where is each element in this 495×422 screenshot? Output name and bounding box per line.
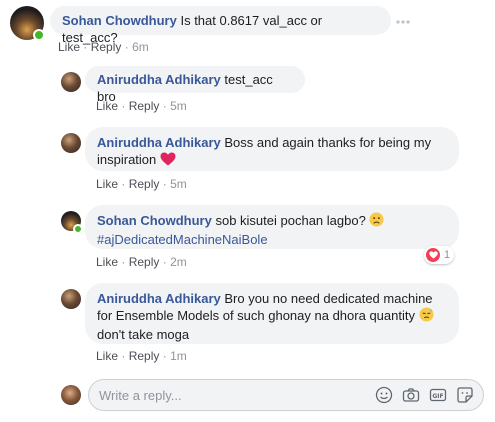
reply-text-line1: Bro you no need dedicated machine	[224, 291, 433, 306]
like-link[interactable]: Like	[58, 40, 80, 54]
reply-text-line3: don't take moga	[97, 327, 190, 342]
reply-text-line1: sob kisutei pochan lagbo?	[215, 213, 366, 228]
hashtag-link[interactable]: #ajDedicatedMachineNaiBole	[97, 232, 268, 247]
svg-text:GIF: GIF	[432, 393, 443, 400]
reply-text-line2: inspiration	[97, 152, 157, 167]
reply-composer[interactable]: GIF	[88, 379, 484, 411]
downcast-sweat-face-icon	[419, 307, 434, 326]
timestamp[interactable]: 5m	[170, 99, 187, 113]
reply-link[interactable]: Reply	[129, 99, 160, 113]
avatar[interactable]	[61, 133, 81, 153]
online-status-icon	[33, 29, 45, 41]
reply-text-line2: for Ensemble Models of such ghonay na dh…	[97, 308, 415, 323]
current-user-avatar	[61, 385, 81, 405]
reply-bubble: Sohan Chowdhury sob kisutei pochan lagbo…	[85, 205, 459, 249]
timestamp[interactable]: 2m	[170, 255, 187, 269]
reply-link[interactable]: Reply	[129, 177, 160, 191]
reply-link[interactable]: Reply	[91, 40, 122, 54]
gif-icon[interactable]: GIF	[429, 386, 447, 404]
reply-link[interactable]: Reply	[129, 255, 160, 269]
heart-reaction-icon	[426, 248, 440, 262]
emoji-icon[interactable]	[375, 386, 393, 404]
reply-author[interactable]: Aniruddha Adhikary	[97, 135, 221, 150]
reply-actions: Like · Reply · 2m	[96, 255, 187, 269]
reply-actions: Like · Reply · 5m	[96, 99, 187, 113]
reply-author[interactable]: Aniruddha Adhikary	[97, 291, 221, 306]
comment-bubble: Sohan Chowdhury Is that 0.8617 val_acc o…	[50, 6, 391, 45]
reply-actions: Like · Reply · 1m	[96, 349, 187, 363]
like-link[interactable]: Like	[96, 349, 118, 363]
like-link[interactable]: Like	[96, 255, 118, 269]
reply-link[interactable]: Reply	[129, 349, 160, 363]
camera-icon[interactable]	[402, 386, 420, 404]
like-link[interactable]: Like	[96, 177, 118, 191]
reply-text-line1: Boss and again thanks for being my	[224, 135, 432, 150]
red-heart-icon	[160, 152, 176, 170]
reaction-count: 1	[444, 249, 451, 261]
avatar[interactable]	[61, 72, 81, 92]
reply-author[interactable]: Aniruddha Adhikary	[97, 72, 221, 87]
timestamp[interactable]: 5m	[170, 177, 187, 191]
more-icon[interactable]	[396, 12, 410, 30]
reaction-badge[interactable]: 1	[424, 246, 455, 264]
timestamp[interactable]: 6m	[132, 40, 149, 54]
comment-author[interactable]: Sohan Chowdhury	[62, 13, 177, 28]
avatar[interactable]	[61, 289, 81, 309]
timestamp[interactable]: 1m	[170, 349, 187, 363]
reply-bubble: Aniruddha Adhikary test_acc bro	[85, 66, 305, 104]
disappointed-face-icon	[369, 212, 384, 231]
sticker-icon[interactable]	[456, 386, 474, 404]
like-link[interactable]: Like	[96, 99, 118, 113]
online-status-icon	[73, 224, 83, 234]
reply-bubble: Aniruddha Adhikary Boss and again thanks…	[85, 127, 459, 171]
reply-actions: Like · Reply · 5m	[96, 177, 187, 191]
reply-author[interactable]: Sohan Chowdhury	[97, 213, 212, 228]
reply-input[interactable]	[99, 386, 359, 404]
comment-actions: Like · Reply · 6m	[58, 40, 149, 54]
reply-bubble: Aniruddha Adhikary Bro you no need dedic…	[85, 283, 459, 344]
